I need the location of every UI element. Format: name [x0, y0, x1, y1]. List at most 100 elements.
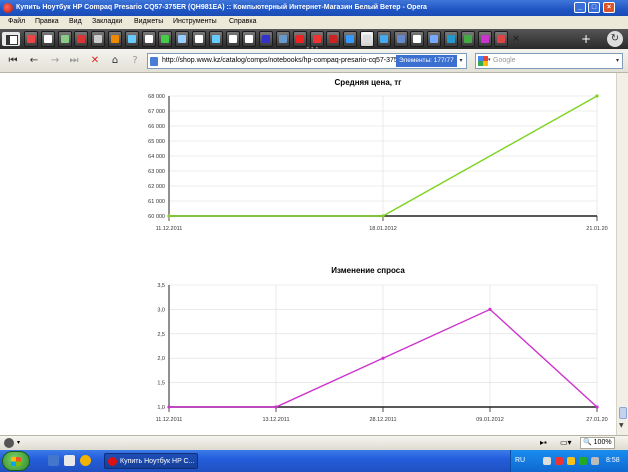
tab-17[interactable]: [292, 31, 307, 47]
tab-8[interactable]: [141, 31, 156, 47]
menu-widgets[interactable]: Виджеты: [134, 18, 163, 25]
maximize-button[interactable]: □: [588, 2, 600, 13]
tab-27[interactable]: [460, 31, 475, 47]
back-icon[interactable]: ←: [27, 54, 41, 68]
tab-20[interactable]: [343, 31, 358, 47]
demand-chart: 1,0 1,5 2,0 2,5 3,0 3,5 11.12.2011 13.12.2011 28…: [156, 283, 608, 423]
tab-12[interactable]: [208, 31, 223, 47]
price-data-point: [167, 214, 171, 218]
vertical-scrollbar[interactable]: ▼: [616, 73, 628, 435]
closed-tabs-icon[interactable]: ↻: [607, 31, 623, 47]
tab-23[interactable]: [393, 31, 408, 47]
menu-edit[interactable]: Правка: [35, 18, 59, 25]
minimize-button[interactable]: _: [574, 2, 586, 13]
tab-favicon-icon: [111, 35, 119, 43]
tab-22[interactable]: [376, 31, 391, 47]
tab-favicon-icon: [497, 35, 506, 43]
tab-28[interactable]: [477, 31, 492, 47]
quicklaunch-media-icon[interactable]: [48, 455, 59, 466]
tab-4[interactable]: [74, 31, 89, 47]
window-title: Купить Ноутбук HP Compaq Presario CQ57-3…: [16, 4, 427, 11]
tab-29[interactable]: [494, 31, 509, 47]
tab-favicon-icon: [447, 35, 455, 43]
scrollbar-thumb[interactable]: [619, 407, 627, 419]
close-tab-icon[interactable]: ×: [511, 34, 521, 44]
tab-11[interactable]: [192, 31, 206, 47]
title-bar: Купить Ноутбук HP Compaq Presario CQ57-3…: [0, 0, 628, 16]
settings-chevron-icon[interactable]: ▾: [17, 439, 20, 446]
price-y-tick-label: 61 000: [148, 199, 165, 205]
tab-26[interactable]: [444, 31, 458, 47]
tab-favicon-icon: [127, 35, 136, 43]
tab-15[interactable]: [259, 31, 274, 47]
status-bar: ▾ ▸▪ ▭▾ 🔍 100%: [0, 435, 628, 450]
tab-19[interactable]: [326, 31, 341, 47]
menu-file[interactable]: Файл: [8, 18, 25, 25]
tab-favicon-icon: [60, 35, 69, 43]
tray-volume-icon[interactable]: [591, 457, 599, 465]
fast-forward-icon[interactable]: ⏭: [67, 54, 81, 68]
search-engine-chevron-icon[interactable]: ▾: [488, 57, 491, 63]
quicklaunch-browser-icon[interactable]: [80, 455, 91, 466]
tray-notify-icon[interactable]: [567, 457, 575, 465]
tab-5[interactable]: [91, 31, 106, 47]
tab-favicon-icon: [463, 35, 472, 43]
tab-25[interactable]: [427, 31, 442, 47]
tab-favicon-icon: [94, 35, 103, 43]
elements-badge[interactable]: Элементы: 177/77: [396, 55, 457, 67]
search-field[interactable]: ▾ Google ▾: [475, 53, 623, 69]
tab-16[interactable]: [276, 31, 290, 47]
menu-tools[interactable]: Инструменты: [173, 18, 217, 25]
tab-2[interactable]: [40, 31, 55, 47]
taskbar-opera-label: Купить Ноутбук HP C...: [120, 458, 195, 465]
stop-icon[interactable]: ✕: [88, 54, 102, 68]
new-tab-button[interactable]: +: [578, 32, 594, 46]
tray-network-icon[interactable]: [543, 457, 551, 465]
address-dropdown-icon[interactable]: ▾: [456, 55, 466, 67]
tab-24[interactable]: [410, 31, 425, 47]
search-dropdown-icon[interactable]: ▾: [616, 57, 619, 64]
demand-y-tick-label: 2,0: [157, 356, 165, 362]
menu-bookmarks[interactable]: Закладки: [92, 18, 122, 25]
home-icon[interactable]: ⌂: [108, 54, 122, 68]
tab-favicon-icon: [279, 35, 287, 43]
language-indicator[interactable]: RU: [515, 457, 525, 464]
quicklaunch-desktop-icon[interactable]: [64, 455, 75, 466]
tab-7[interactable]: [124, 31, 139, 47]
google-icon[interactable]: [478, 56, 488, 66]
menu-help[interactable]: Справка: [229, 18, 256, 25]
search-placeholder: Google: [493, 57, 516, 64]
tray-update-icon[interactable]: [579, 457, 587, 465]
rewind-icon[interactable]: ⏮: [6, 54, 20, 68]
demand-x-tick-label: 13.12.2011: [262, 417, 289, 423]
forward-icon[interactable]: →: [48, 54, 62, 68]
tab-1[interactable]: [24, 31, 38, 47]
tab-6[interactable]: [108, 31, 122, 47]
tab-13[interactable]: [225, 31, 240, 47]
tray-antivirus-icon[interactable]: [555, 457, 563, 465]
tab-9[interactable]: [158, 31, 173, 47]
panel-toggle-button[interactable]: [2, 32, 20, 46]
tab-favicon-icon: [228, 35, 237, 43]
tab-10[interactable]: [175, 31, 190, 47]
zoom-control[interactable]: 🔍 100%: [580, 437, 615, 449]
wand-icon[interactable]: ?: [128, 54, 142, 68]
demand-y-tick-label: 1,5: [157, 381, 165, 387]
demand-x-tick-label: 27.01.20: [586, 417, 607, 423]
menu-view[interactable]: Вид: [69, 18, 82, 25]
settings-icon[interactable]: [4, 438, 14, 448]
start-button[interactable]: [2, 451, 30, 471]
tab-3[interactable]: [57, 31, 72, 47]
taskbar-opera-button[interactable]: Купить Ноутбук HP C...: [104, 453, 198, 469]
view-icon[interactable]: ▸▪: [540, 438, 547, 447]
address-field[interactable]: http://shop.www.kz/catalog/comps/noteboo…: [147, 53, 467, 69]
demand-x-tick-label: 09.01.2012: [476, 417, 504, 423]
demand-data-point: [381, 356, 385, 360]
tab-favicon-icon: [312, 35, 321, 43]
tab-14[interactable]: [242, 31, 257, 47]
scroll-down-icon[interactable]: ▼: [619, 422, 624, 429]
tab-21[interactable]: [360, 31, 374, 47]
tab-favicon-icon: [396, 35, 405, 43]
close-button[interactable]: ×: [603, 2, 615, 13]
images-icon[interactable]: ▭▾: [560, 438, 572, 447]
